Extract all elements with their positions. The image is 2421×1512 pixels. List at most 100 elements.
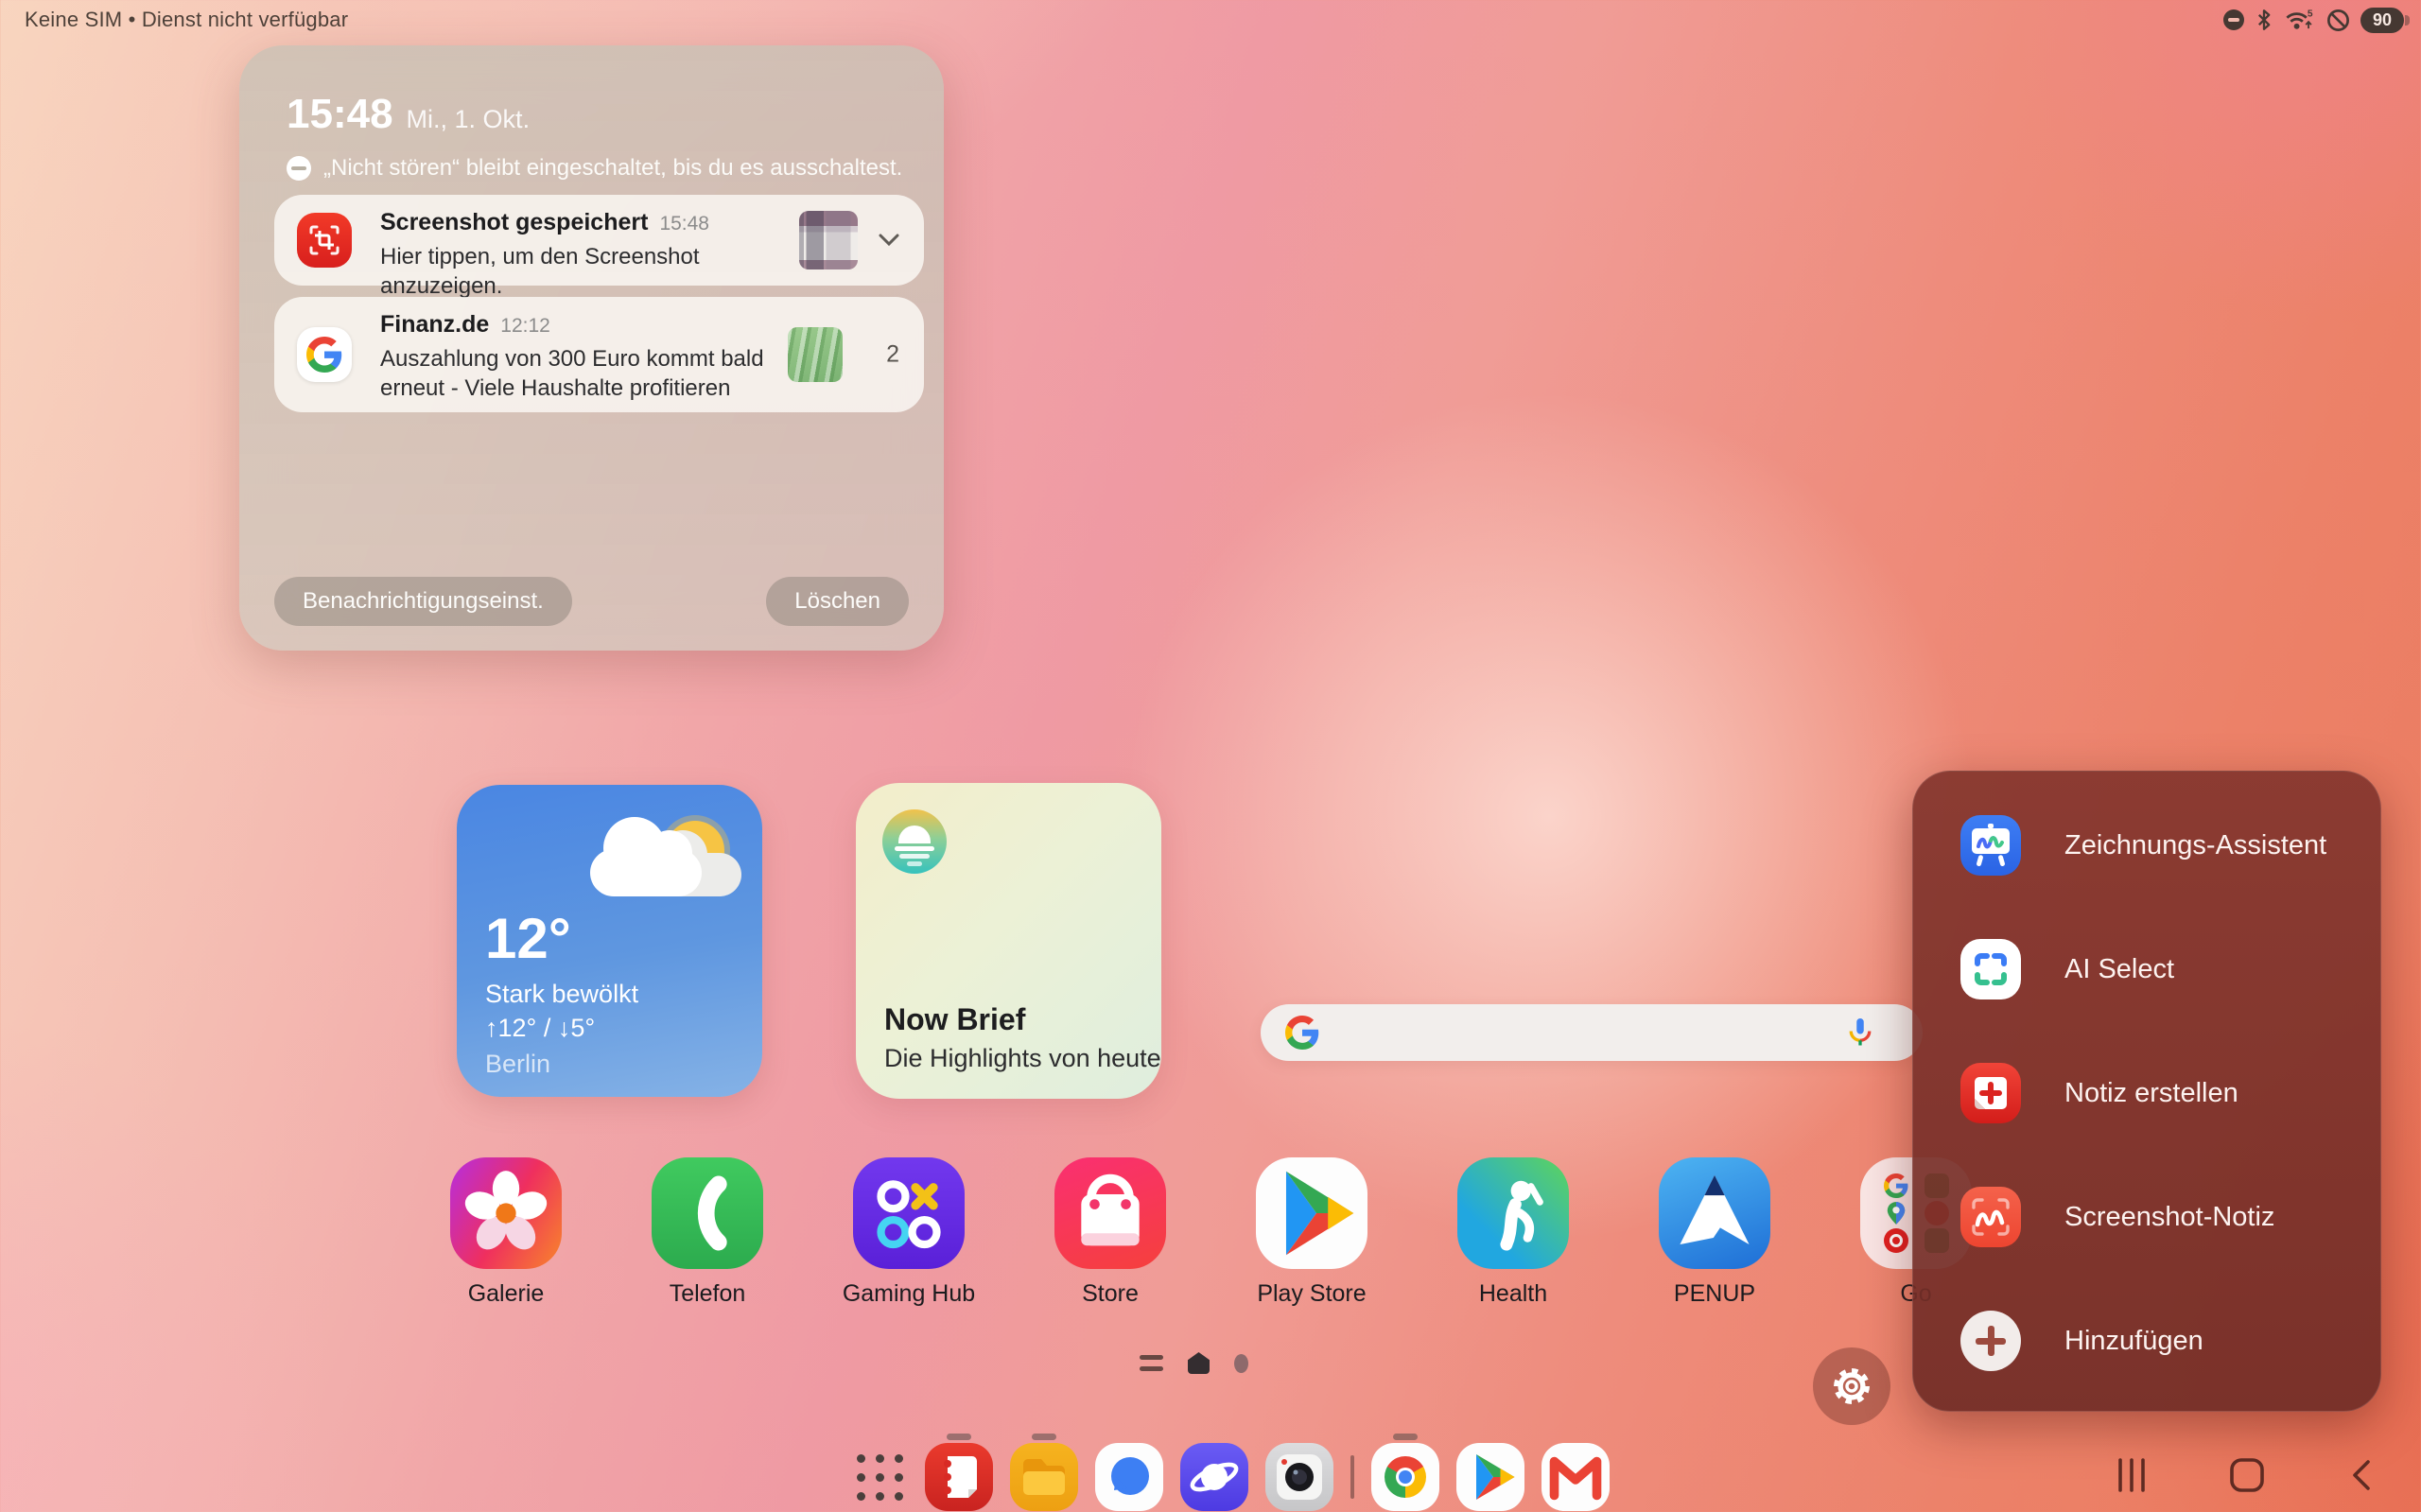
panel-date: Mi., 1. Okt. (407, 105, 531, 134)
now-brief-title: Now Brief (884, 1002, 1025, 1037)
notification-panel: 15:48 Mi., 1. Okt. „Nicht stören“ bleibt… (239, 45, 944, 651)
home-settings-button[interactable] (1813, 1347, 1890, 1425)
weather-temperature: 12° (485, 906, 571, 971)
store-icon (1054, 1157, 1166, 1269)
recents-button[interactable] (2111, 1454, 2152, 1496)
app-health[interactable]: Health (1428, 1157, 1598, 1308)
clear-notifications-button[interactable]: Löschen (766, 577, 909, 626)
app-gaming-hub[interactable]: Gaming Hub (824, 1157, 994, 1308)
voice-search-mic-icon[interactable] (1843, 1016, 1877, 1050)
home-button[interactable] (2226, 1454, 2268, 1496)
menu-item-add[interactable]: Hinzufügen (1960, 1311, 2352, 1371)
files-folder-icon (1010, 1443, 1078, 1511)
no-sim-icon (2325, 8, 2351, 33)
now-brief-icon (882, 809, 947, 874)
app-store[interactable]: Store (1025, 1157, 1195, 1308)
media-page-icon[interactable] (1140, 1355, 1163, 1371)
notification-settings-button[interactable]: Benachrichtigungseinst. (274, 577, 572, 626)
gear-icon (1830, 1364, 1873, 1408)
page-dot[interactable] (1234, 1354, 1248, 1373)
apps-grid-button[interactable] (851, 1449, 908, 1505)
apps-grid-icon (851, 1449, 908, 1505)
notification-time: 12:12 (500, 315, 550, 338)
google-search-bar[interactable] (1261, 1004, 1923, 1061)
panel-clock: 15:48 (287, 91, 393, 138)
dnd-message: „Nicht stören“ bleibt eingeschaltet, bis… (323, 155, 902, 182)
weather-cloud-icon (590, 821, 741, 925)
mini-google-icon (1884, 1173, 1908, 1198)
dock-app-play-store[interactable] (1456, 1443, 1524, 1511)
play-store-icon (1256, 1157, 1367, 1269)
app-telefon[interactable]: Telefon (622, 1157, 792, 1308)
dock-app-gmail[interactable] (1541, 1443, 1610, 1511)
menu-item-label: Zeichnungs-Assistent (2064, 830, 2326, 861)
mini-maps-icon (1885, 1201, 1907, 1225)
status-carrier-text: Keine SIM • Dienst nicht verfügbar (17, 8, 348, 32)
svg-text:5: 5 (2308, 9, 2313, 20)
notification-count-badge: 2 (886, 341, 899, 369)
notification-body: Auszahlung von 300 Euro kommt bald erneu… (380, 344, 782, 403)
back-button[interactable] (2342, 1454, 2383, 1496)
create-note-icon (1960, 1063, 2021, 1123)
app-label: PENUP (1629, 1280, 1800, 1308)
dnd-status-row[interactable]: „Nicht stören“ bleibt eingeschaltet, bis… (287, 155, 902, 182)
running-indicator (947, 1434, 971, 1440)
google-app-icon (297, 327, 352, 382)
article-thumbnail (788, 327, 843, 382)
ai-select-icon (1960, 939, 2021, 999)
menu-item-label: Notiz erstellen (2064, 1078, 2238, 1109)
add-icon (1960, 1311, 2021, 1371)
back-icon (2343, 1456, 2381, 1494)
wifi-icon: 5 (2284, 7, 2316, 33)
menu-item-ai-select[interactable]: AI Select (1960, 939, 2352, 999)
dock-app-files[interactable] (1010, 1443, 1078, 1511)
now-brief-subtitle: Die Highlights von heute (884, 1044, 1161, 1073)
telefon-icon (652, 1157, 763, 1269)
dock-app-internet[interactable] (1180, 1443, 1248, 1511)
screenshot-app-icon (297, 213, 352, 268)
dock-app-chrome[interactable] (1371, 1443, 1439, 1511)
screenshot-note-icon (1960, 1187, 2021, 1247)
samsung-internet-icon (1180, 1443, 1248, 1511)
menu-item-screenshot-note[interactable]: Screenshot-Notiz (1960, 1187, 2352, 1247)
menu-item-drawing-assist[interactable]: Zeichnungs-Assistent (1960, 815, 2352, 876)
notification-screenshot[interactable]: Screenshot gespeichert 15:48 Hier tippen… (274, 195, 924, 286)
weather-widget[interactable]: 12° Stark bewölkt ↑12° / ↓5° Berlin (457, 785, 762, 1097)
expand-chevron-icon[interactable] (875, 231, 903, 250)
app-penup[interactable]: PENUP (1629, 1157, 1800, 1308)
dnd-icon (2223, 9, 2244, 30)
dock-separator (1350, 1455, 1354, 1499)
mini-ytmusic-icon (1884, 1228, 1908, 1253)
app-label: Health (1428, 1280, 1598, 1308)
app-label: Play Store (1227, 1280, 1397, 1308)
app-label: Telefon (622, 1280, 792, 1308)
weather-high-low: ↑12° / ↓5° (485, 1014, 595, 1043)
notes-icon (925, 1443, 993, 1511)
running-indicator (1032, 1434, 1056, 1440)
play-store-icon (1456, 1443, 1524, 1511)
screenshot-thumbnail (799, 211, 858, 269)
recents-icon (2113, 1456, 2151, 1494)
app-play-store[interactable]: Play Store (1227, 1157, 1397, 1308)
notification-finanz[interactable]: Finanz.de 12:12 Auszahlung von 300 Euro … (274, 297, 924, 412)
status-bar: Keine SIM • Dienst nicht verfügbar 5 90 (0, 0, 2421, 40)
spen-context-menu: Zeichnungs-Assistent AI Select Notiz ers… (1912, 771, 2381, 1412)
weather-city: Berlin (485, 1050, 550, 1079)
running-indicator (1393, 1434, 1418, 1440)
dock-app-notes[interactable] (925, 1443, 993, 1511)
drawing-assist-icon (1960, 815, 2021, 876)
battery-indicator: 90 (2360, 8, 2404, 33)
notification-title: Screenshot gespeichert (380, 209, 648, 236)
notification-time: 15:48 (659, 213, 709, 235)
dock-app-camera[interactable] (1265, 1443, 1333, 1511)
app-galerie[interactable]: Galerie (421, 1157, 591, 1308)
weather-condition: Stark bewölkt (485, 980, 638, 1009)
now-brief-widget[interactable]: Now Brief Die Highlights von heute (856, 783, 1161, 1099)
gmail-icon (1541, 1443, 1610, 1511)
menu-item-create-note[interactable]: Notiz erstellen (1960, 1063, 2352, 1123)
home-page-icon[interactable] (1188, 1352, 1210, 1374)
camera-icon (1265, 1443, 1333, 1511)
page-indicator[interactable] (1140, 1352, 1248, 1374)
app-label: Galerie (421, 1280, 591, 1308)
dock-app-messages[interactable] (1095, 1443, 1163, 1511)
